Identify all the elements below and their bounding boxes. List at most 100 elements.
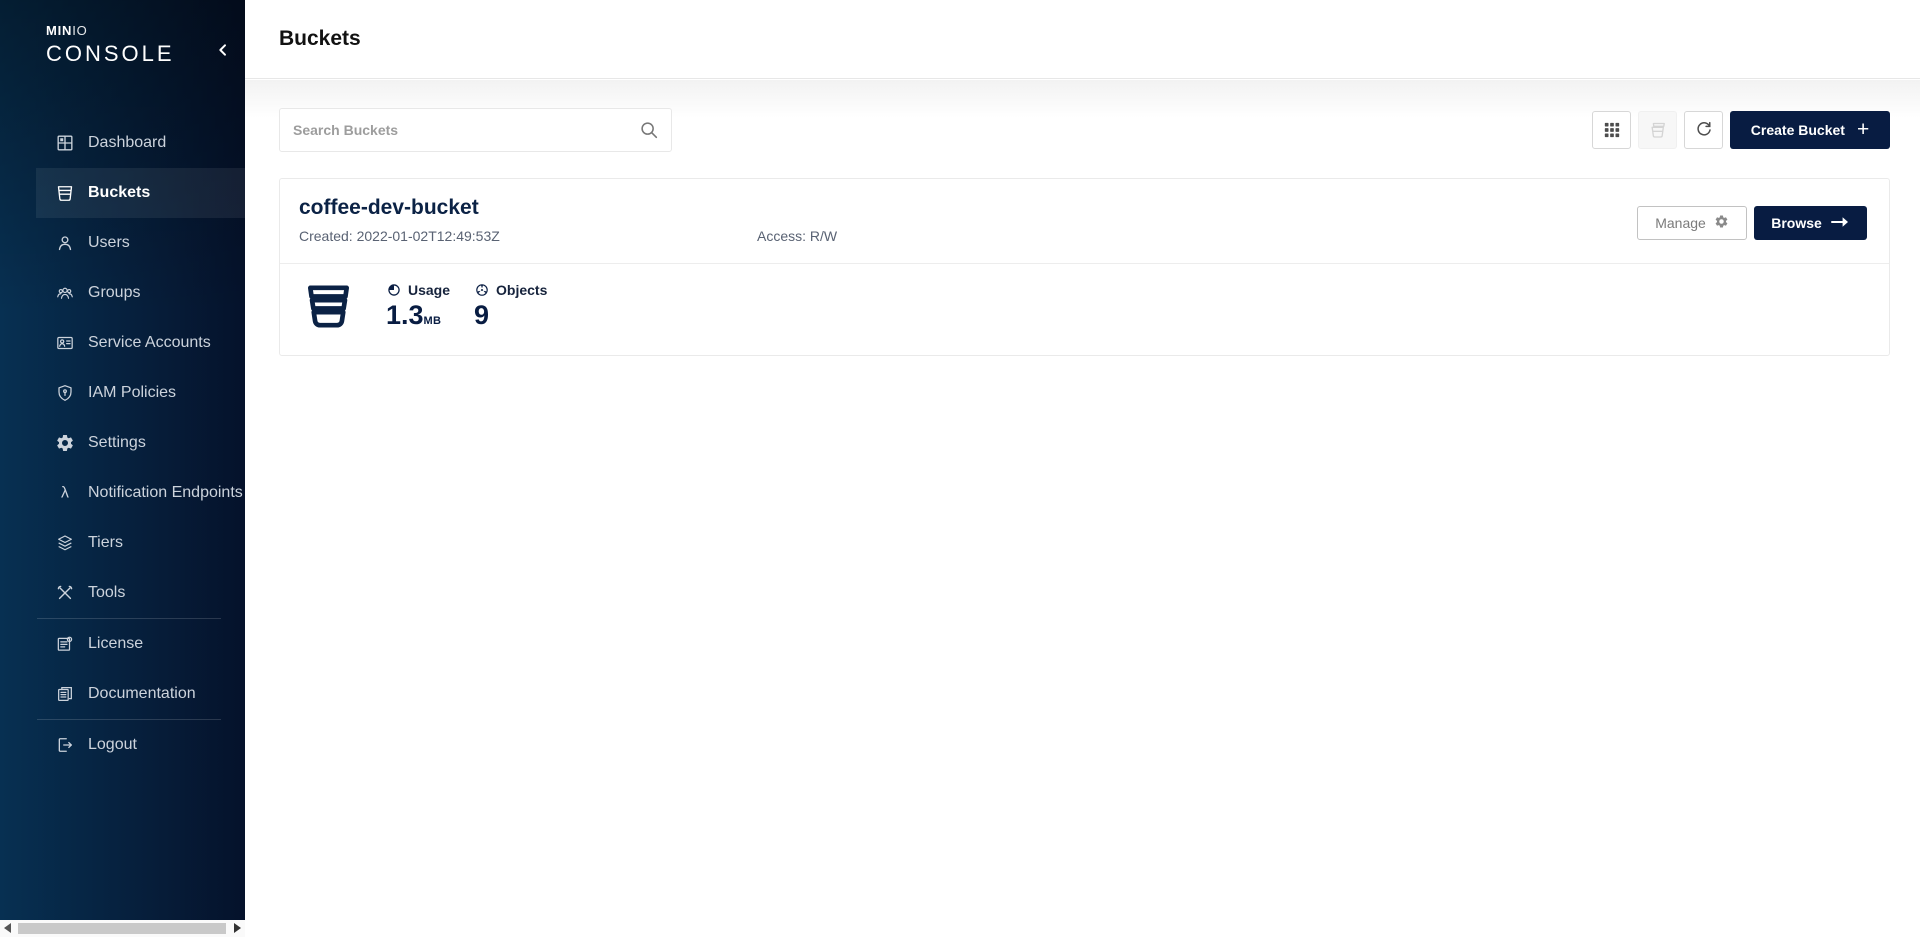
browse-button[interactable]: Browse <box>1754 206 1867 240</box>
bucket-icon <box>55 183 75 203</box>
sidebar-item-label: Tools <box>88 584 125 602</box>
bucket-card: coffee-dev-bucket Created: 2022-01-02T12… <box>279 178 1890 356</box>
lambda-icon: λ <box>55 483 75 503</box>
actions-row: Create Bucket + <box>279 108 1890 152</box>
dashboard-icon <box>55 133 75 153</box>
crossed-tools-icon <box>55 583 75 603</box>
usage-unit: MB <box>424 315 442 327</box>
objects-value: 9 <box>474 302 547 329</box>
sidebar-item-settings[interactable]: Settings <box>36 418 245 468</box>
sidebar-item-service-accounts[interactable]: Service Accounts <box>36 318 245 368</box>
sidebar-item-logout[interactable]: Logout <box>36 720 245 770</box>
search-icon <box>638 119 660 141</box>
layers-icon <box>55 533 75 553</box>
page-title: Buckets <box>279 27 361 51</box>
bucket-card-buttons: Manage Browse <box>1637 206 1867 240</box>
minio-logo: MINIO CONSOLE <box>46 22 175 67</box>
exit-arrow-icon <box>55 735 75 755</box>
created-label: Created: <box>299 228 353 244</box>
sidebar-item-label: License <box>88 635 143 653</box>
refresh-icon <box>1694 120 1714 140</box>
sidebar-item-tools[interactable]: Tools <box>36 568 245 618</box>
usage-metric: Usage 1.3MB <box>386 279 448 329</box>
logo-console-text: CONSOLE <box>46 41 175 67</box>
objects-label: Objects <box>496 282 547 298</box>
sidebar-item-groups[interactable]: Groups <box>36 268 245 318</box>
sidebar-item-label: Notification Endpoints <box>88 484 243 502</box>
gear-icon <box>55 433 75 453</box>
usage-number: 1.3 <box>386 300 424 330</box>
sidebar-item-label: Groups <box>88 284 140 302</box>
grid-view-button[interactable] <box>1592 111 1631 149</box>
sidebar-item-buckets[interactable]: Buckets <box>36 168 245 218</box>
page-header: Buckets <box>245 0 1920 79</box>
access-label: Access: <box>757 228 806 244</box>
sidebar-item-tiers[interactable]: Tiers <box>36 518 245 568</box>
bucket-access: Access: R/W <box>757 228 837 244</box>
sidebar-item-label: Buckets <box>88 184 150 202</box>
svg-text:λ: λ <box>61 485 69 502</box>
delete-buckets-button[interactable] <box>1638 111 1677 149</box>
book-pages-icon <box>55 684 75 704</box>
sidebar-item-label: Settings <box>88 434 146 452</box>
scrollbar-right-arrow[interactable] <box>234 923 241 933</box>
sidebar-item-iam-policies[interactable]: IAM Policies <box>36 368 245 418</box>
logo-text-bold: MIN <box>46 23 72 38</box>
usage-value: 1.3MB <box>386 302 448 329</box>
scrollbar-thumb[interactable] <box>18 923 226 934</box>
pie-chart-icon <box>386 282 402 298</box>
sidebar: MINIO CONSOLE Dashboard Buckets <box>0 0 245 920</box>
logo-text-light: IO <box>72 23 87 38</box>
gear-icon <box>1714 214 1729 232</box>
plus-icon: + <box>1857 119 1869 140</box>
sidebar-item-notification-endpoints[interactable]: λ Notification Endpoints <box>36 468 245 518</box>
sidebar-item-label: Dashboard <box>88 134 166 152</box>
sidebar-item-label: Users <box>88 234 130 252</box>
search-input[interactable] <box>279 108 672 152</box>
minio-console-app: MINIO CONSOLE Dashboard Buckets <box>0 0 1920 937</box>
logo-minio-wordmark: MINIO <box>46 22 175 40</box>
sidebar-item-label: Service Accounts <box>88 334 211 352</box>
bucket-view-toolbar: Create Bucket + <box>1592 111 1890 149</box>
sidebar-item-label: IAM Policies <box>88 384 176 402</box>
create-bucket-label: Create Bucket <box>1751 122 1845 138</box>
main-area: Buckets <box>245 0 1920 937</box>
person-icon <box>55 233 75 253</box>
bucket-stack-icon <box>1648 120 1668 140</box>
bucket-metrics: Usage 1.3MB Objects 9 <box>280 264 1889 338</box>
sidebar-menu: Dashboard Buckets Users Groups <box>36 96 245 770</box>
sidebar-item-documentation[interactable]: Documentation <box>36 669 245 719</box>
bucket-created: Created: 2022-01-02T12:49:53Z <box>299 228 757 244</box>
scrollbar-left-arrow[interactable] <box>4 923 11 933</box>
sidebar-collapse-button[interactable] <box>210 38 236 64</box>
document-seal-icon <box>55 634 75 654</box>
create-bucket-button[interactable]: Create Bucket + <box>1730 111 1890 149</box>
search-box <box>279 108 672 152</box>
manage-label: Manage <box>1655 215 1706 231</box>
people-group-icon <box>55 283 75 303</box>
sidebar-item-label: Documentation <box>88 685 196 703</box>
sidebar-horizontal-scrollbar <box>0 920 245 937</box>
shield-icon <box>55 383 75 403</box>
refresh-button[interactable] <box>1684 111 1723 149</box>
sidebar-item-dashboard[interactable]: Dashboard <box>36 118 245 168</box>
sidebar-item-license[interactable]: License <box>36 619 245 669</box>
sidebar-item-users[interactable]: Users <box>36 218 245 268</box>
usage-label-row: Usage <box>386 282 448 298</box>
sidebar-item-label: Logout <box>88 736 137 754</box>
bucket-card-header: coffee-dev-bucket Created: 2022-01-02T12… <box>280 179 1889 263</box>
objects-icon <box>474 282 490 298</box>
bucket-name-link[interactable]: coffee-dev-bucket <box>299 196 1867 220</box>
id-card-icon <box>55 333 75 353</box>
content-area: Create Bucket + coffee-dev-bucket Create… <box>245 80 1920 937</box>
created-value: 2022-01-02T12:49:53Z <box>357 228 500 244</box>
chevron-left-icon <box>215 42 231 61</box>
arrow-right-icon <box>1831 215 1850 231</box>
bucket-meta-row: Created: 2022-01-02T12:49:53Z Access: R/… <box>299 228 1867 244</box>
browse-label: Browse <box>1771 215 1822 231</box>
usage-label: Usage <box>408 282 450 298</box>
access-value: R/W <box>810 228 837 244</box>
objects-label-row: Objects <box>474 282 547 298</box>
manage-button[interactable]: Manage <box>1637 206 1747 240</box>
sidebar-item-label: Tiers <box>88 534 123 552</box>
